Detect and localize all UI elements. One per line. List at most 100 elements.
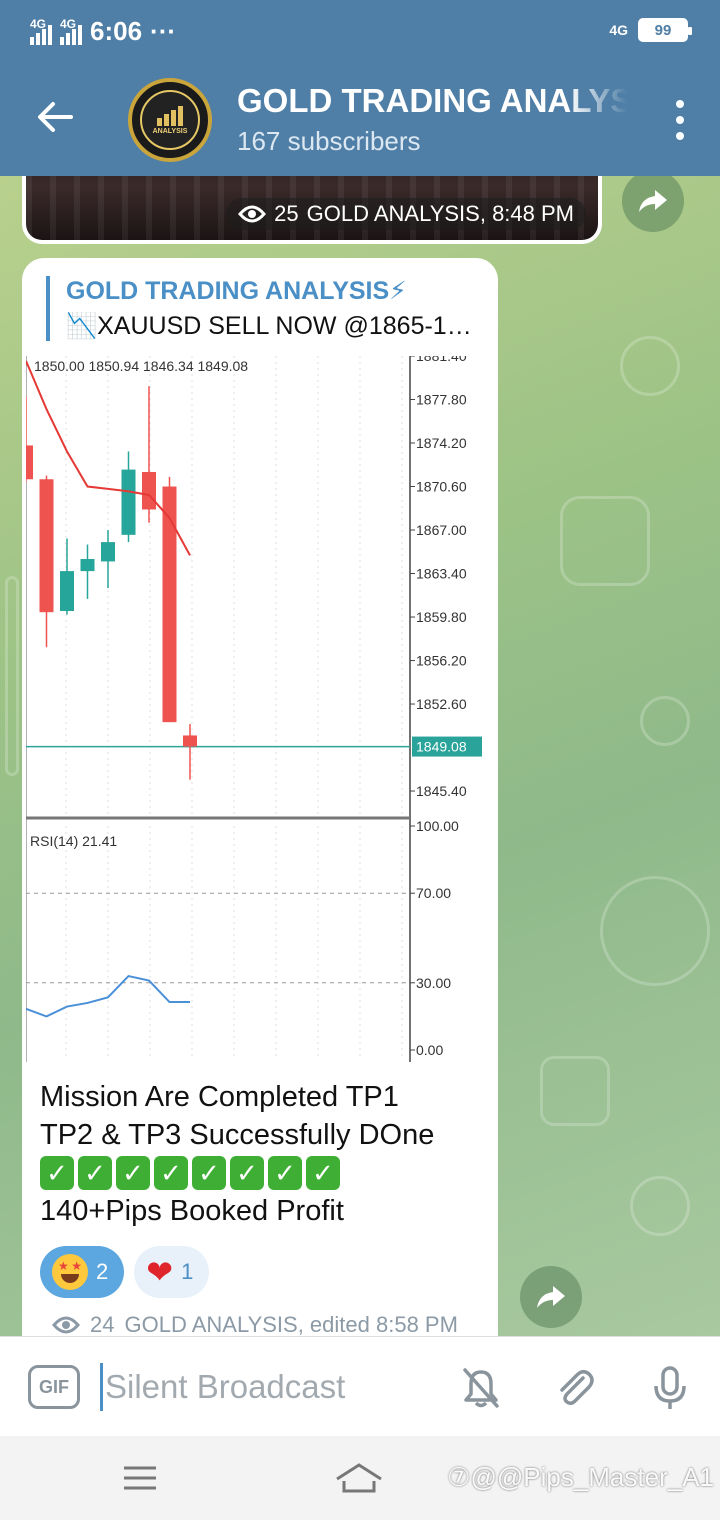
check-mark-icon: ✓ <box>268 1156 302 1190</box>
message-bubble[interactable]: GOLD TRADING ANALYSIS⚡ 📉XAUUSD SELL NOW … <box>22 258 498 1336</box>
reply-author: GOLD TRADING ANALYSIS⚡ <box>66 277 407 305</box>
subscriber-count: 167 subscribers <box>237 126 421 156</box>
input-bar: GIF <box>0 1336 720 1436</box>
back-button[interactable] <box>30 92 80 142</box>
message-line: 140+Pips Booked Profit <box>40 1195 344 1227</box>
battery-icon: 99 <box>638 18 692 42</box>
candle-body <box>60 571 74 611</box>
status-right: 4G 99 <box>609 18 692 42</box>
signal-icon-2: 4G <box>60 17 82 45</box>
candle-body <box>121 469 136 535</box>
channel-avatar[interactable]: ANALYSIS <box>128 78 212 162</box>
message-input[interactable] <box>100 1363 430 1411</box>
view-count: 24 <box>90 1312 115 1336</box>
doodle-decoration <box>640 696 690 746</box>
doodle-decoration <box>5 576 19 776</box>
attach-button[interactable] <box>550 1363 600 1413</box>
doodle-decoration <box>620 336 680 396</box>
nav-home-button[interactable] <box>334 1456 384 1500</box>
forward-button[interactable] <box>520 1266 582 1328</box>
doodle-decoration <box>630 1176 690 1236</box>
reactions: 2 ❤ 1 <box>40 1246 210 1298</box>
signal-icon-1: 4G <box>30 17 52 45</box>
chat-area[interactable]: 25 GOLD ANALYSIS, 8:48 PM GOLD TRADING A… <box>0 176 720 1336</box>
previous-message[interactable]: 25 GOLD ANALYSIS, 8:48 PM <box>22 176 602 244</box>
candle-body <box>162 486 177 723</box>
previous-message-image[interactable]: 25 GOLD ANALYSIS, 8:48 PM <box>26 176 598 240</box>
nav-menu-button[interactable] <box>115 1456 165 1500</box>
status-time: 6:06 <box>90 16 143 46</box>
candlestick-chart: 1881.40 1877.80 1874.20 1870.60 1867.00 1863.… <box>26 356 482 1062</box>
avatar-logo: ANALYSIS <box>140 90 200 150</box>
doodle-decoration <box>540 1056 610 1126</box>
price-tick-label: 1863.40 <box>416 566 467 582</box>
check-mark-icon: ✓ <box>154 1156 188 1190</box>
price-tick-label: 1877.80 <box>416 392 467 408</box>
chart-image[interactable]: 1881.40 1877.80 1874.20 1870.60 1867.00 1863.… <box>26 356 494 1062</box>
menu-dot-icon <box>676 132 684 140</box>
share-arrow-icon <box>639 190 667 212</box>
check-mark-icon: ✓ <box>78 1156 112 1190</box>
rsi-tick-label: 100.00 <box>416 818 459 834</box>
more-menu-button[interactable] <box>670 100 690 140</box>
reaction-heart[interactable]: ❤ 1 <box>134 1246 210 1298</box>
forward-button[interactable] <box>622 176 684 232</box>
reaction-count: 1 <box>181 1259 194 1284</box>
paperclip-icon <box>560 1370 594 1406</box>
message-meta: 24 GOLD ANALYSIS, edited 8:58 PM <box>52 1312 458 1336</box>
star-struck-emoji-icon <box>52 1254 88 1290</box>
check-mark-icon: ✓ <box>40 1156 74 1190</box>
status-bar: 4G 4G 6:06 ··· 4G 99 <box>0 0 720 62</box>
check-marks: ✓ ✓ ✓ ✓ ✓ ✓ ✓ ✓ <box>40 1154 490 1192</box>
message-text: Mission Are Completed TP1 TP2 & TP3 Succ… <box>40 1078 490 1230</box>
network-icon: 4G <box>609 22 628 38</box>
check-mark-icon: ✓ <box>306 1156 340 1190</box>
price-tick-label: 1856.20 <box>416 653 467 669</box>
status-dots: ··· <box>150 16 177 46</box>
price-tick-label: 1852.60 <box>416 696 467 712</box>
candle-body <box>80 559 95 572</box>
reaction-star-struck[interactable]: 2 <box>40 1246 125 1298</box>
reply-text: 📉XAUUSD SELL NOW @1865-1… <box>66 312 472 340</box>
bell-off-icon <box>463 1368 499 1408</box>
candle-body <box>101 542 115 562</box>
check-mark-icon: ✓ <box>192 1156 226 1190</box>
reaction-count: 2 <box>96 1259 109 1284</box>
message-line: TP2 & TP3 Successfully DOne <box>40 1119 435 1151</box>
price-tick-label: 1845.40 <box>416 783 467 799</box>
bar-chart-icon <box>157 105 183 126</box>
price-tick-label: 1859.80 <box>416 609 467 625</box>
channel-title[interactable]: GOLD TRADING ANALYSIS <box>237 82 627 120</box>
view-count: 25 <box>274 201 299 226</box>
rsi-label: RSI(14) 21.41 <box>30 833 117 849</box>
arrow-left-icon <box>38 102 73 132</box>
doodle-decoration <box>600 876 710 986</box>
author-time: GOLD ANALYSIS, edited 8:58 PM <box>124 1312 458 1336</box>
price-tick-label: 1870.60 <box>416 479 467 495</box>
rsi-tick-label: 70.00 <box>416 885 451 901</box>
check-mark-icon: ✓ <box>230 1156 264 1190</box>
price-tick-label: 1874.20 <box>416 435 467 451</box>
eye-icon <box>238 205 267 223</box>
gif-button[interactable]: GIF <box>28 1365 80 1409</box>
chat-header: ANALYSIS GOLD TRADING ANALYSIS 167 subsc… <box>0 62 720 176</box>
candle-body <box>39 479 54 613</box>
avatar-text: ANALYSIS <box>152 127 188 135</box>
hamburger-icon <box>124 1466 156 1490</box>
candle-body <box>26 445 33 480</box>
silent-broadcast-button[interactable] <box>456 1363 506 1413</box>
current-price-label: 1849.08 <box>416 739 467 755</box>
menu-dot-icon <box>676 116 684 124</box>
check-mark-icon: ✓ <box>116 1156 150 1190</box>
voice-record-button[interactable] <box>645 1363 695 1413</box>
ohlc-label: 1850.00 1850.94 1846.34 1849.08 <box>34 358 248 374</box>
candle-body <box>142 472 156 510</box>
heart-emoji-icon: ❤ <box>146 1254 174 1290</box>
microphone-icon <box>654 1366 686 1409</box>
rsi-tick-label: 0.00 <box>416 1042 443 1058</box>
eye-icon <box>52 1316 80 1334</box>
status-left: 4G 4G 6:06 ··· <box>30 16 176 47</box>
watermark: ⑦@@Pips_Master_A1 <box>447 1462 714 1492</box>
doodle-decoration <box>560 496 650 586</box>
reply-quote[interactable]: GOLD TRADING ANALYSIS⚡ 📉XAUUSD SELL NOW … <box>46 276 476 341</box>
